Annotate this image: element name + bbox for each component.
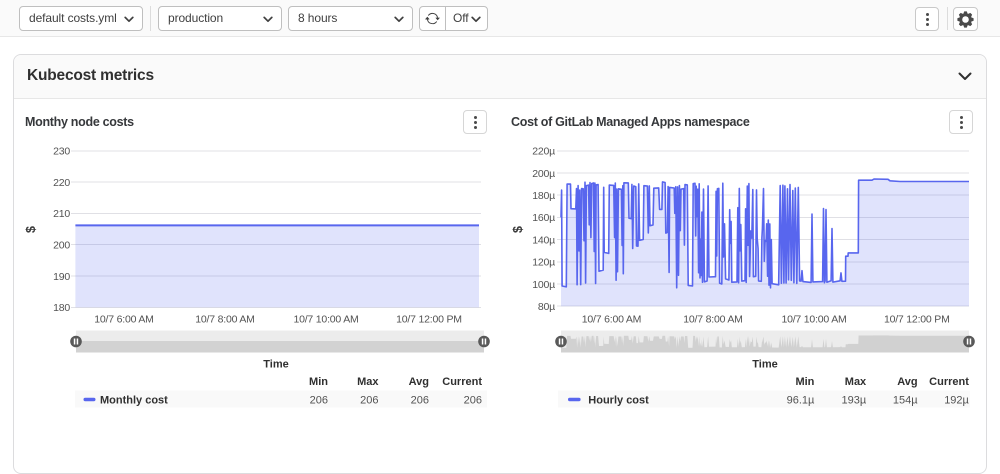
svg-text:100µ: 100µ (532, 279, 555, 291)
svg-text:Time: Time (752, 359, 777, 371)
svg-text:10/7 12:00 PM: 10/7 12:00 PM (396, 314, 462, 326)
svg-text:Time: Time (263, 359, 288, 371)
svg-text:120µ: 120µ (532, 257, 555, 269)
svg-text:Avg: Avg (409, 376, 429, 388)
svg-text:154µ: 154µ (893, 394, 918, 406)
svg-text:140µ: 140µ (532, 234, 555, 246)
svg-text:206: 206 (464, 394, 482, 406)
svg-text:Max: Max (357, 376, 379, 388)
svg-text:$: $ (511, 226, 525, 233)
svg-text:200: 200 (53, 240, 70, 252)
svg-text:80µ: 80µ (538, 301, 555, 313)
svg-text:96.1µ: 96.1µ (787, 394, 815, 406)
svg-text:10/7 12:00 PM: 10/7 12:00 PM (884, 314, 950, 326)
svg-text:10/7 8:00 AM: 10/7 8:00 AM (683, 314, 742, 326)
svg-text:10/7 10:00 AM: 10/7 10:00 AM (781, 314, 846, 326)
svg-text:Avg: Avg (897, 376, 917, 388)
svg-text:190: 190 (53, 271, 70, 283)
svg-text:180µ: 180µ (532, 190, 555, 202)
svg-text:Max: Max (845, 376, 867, 388)
svg-text:192µ: 192µ (944, 394, 969, 406)
svg-text:220µ: 220µ (532, 146, 555, 158)
svg-text:10/7 10:00 AM: 10/7 10:00 AM (293, 314, 358, 326)
svg-text:206: 206 (360, 394, 378, 406)
svg-text:Min: Min (795, 376, 814, 388)
svg-text:Current: Current (929, 376, 969, 388)
svg-text:10/7 6:00 AM: 10/7 6:00 AM (94, 314, 153, 326)
svg-text:193µ: 193µ (841, 394, 866, 406)
svg-text:206: 206 (310, 394, 328, 406)
svg-text:10/7 8:00 AM: 10/7 8:00 AM (195, 314, 254, 326)
svg-text:220: 220 (53, 177, 70, 189)
svg-text:160µ: 160µ (532, 212, 555, 224)
svg-text:230: 230 (53, 146, 70, 158)
svg-text:200µ: 200µ (532, 168, 555, 180)
svg-text:180: 180 (53, 302, 70, 314)
svg-text:210: 210 (53, 208, 70, 220)
svg-text:Monthly cost: Monthly cost (100, 394, 168, 406)
svg-text:Min: Min (309, 376, 328, 388)
svg-text:Current: Current (442, 376, 482, 388)
svg-text:Hourly cost: Hourly cost (588, 394, 649, 406)
svg-text:10/7 6:00 AM: 10/7 6:00 AM (582, 314, 641, 326)
svg-text:206: 206 (411, 394, 429, 406)
svg-text:$: $ (24, 226, 38, 233)
